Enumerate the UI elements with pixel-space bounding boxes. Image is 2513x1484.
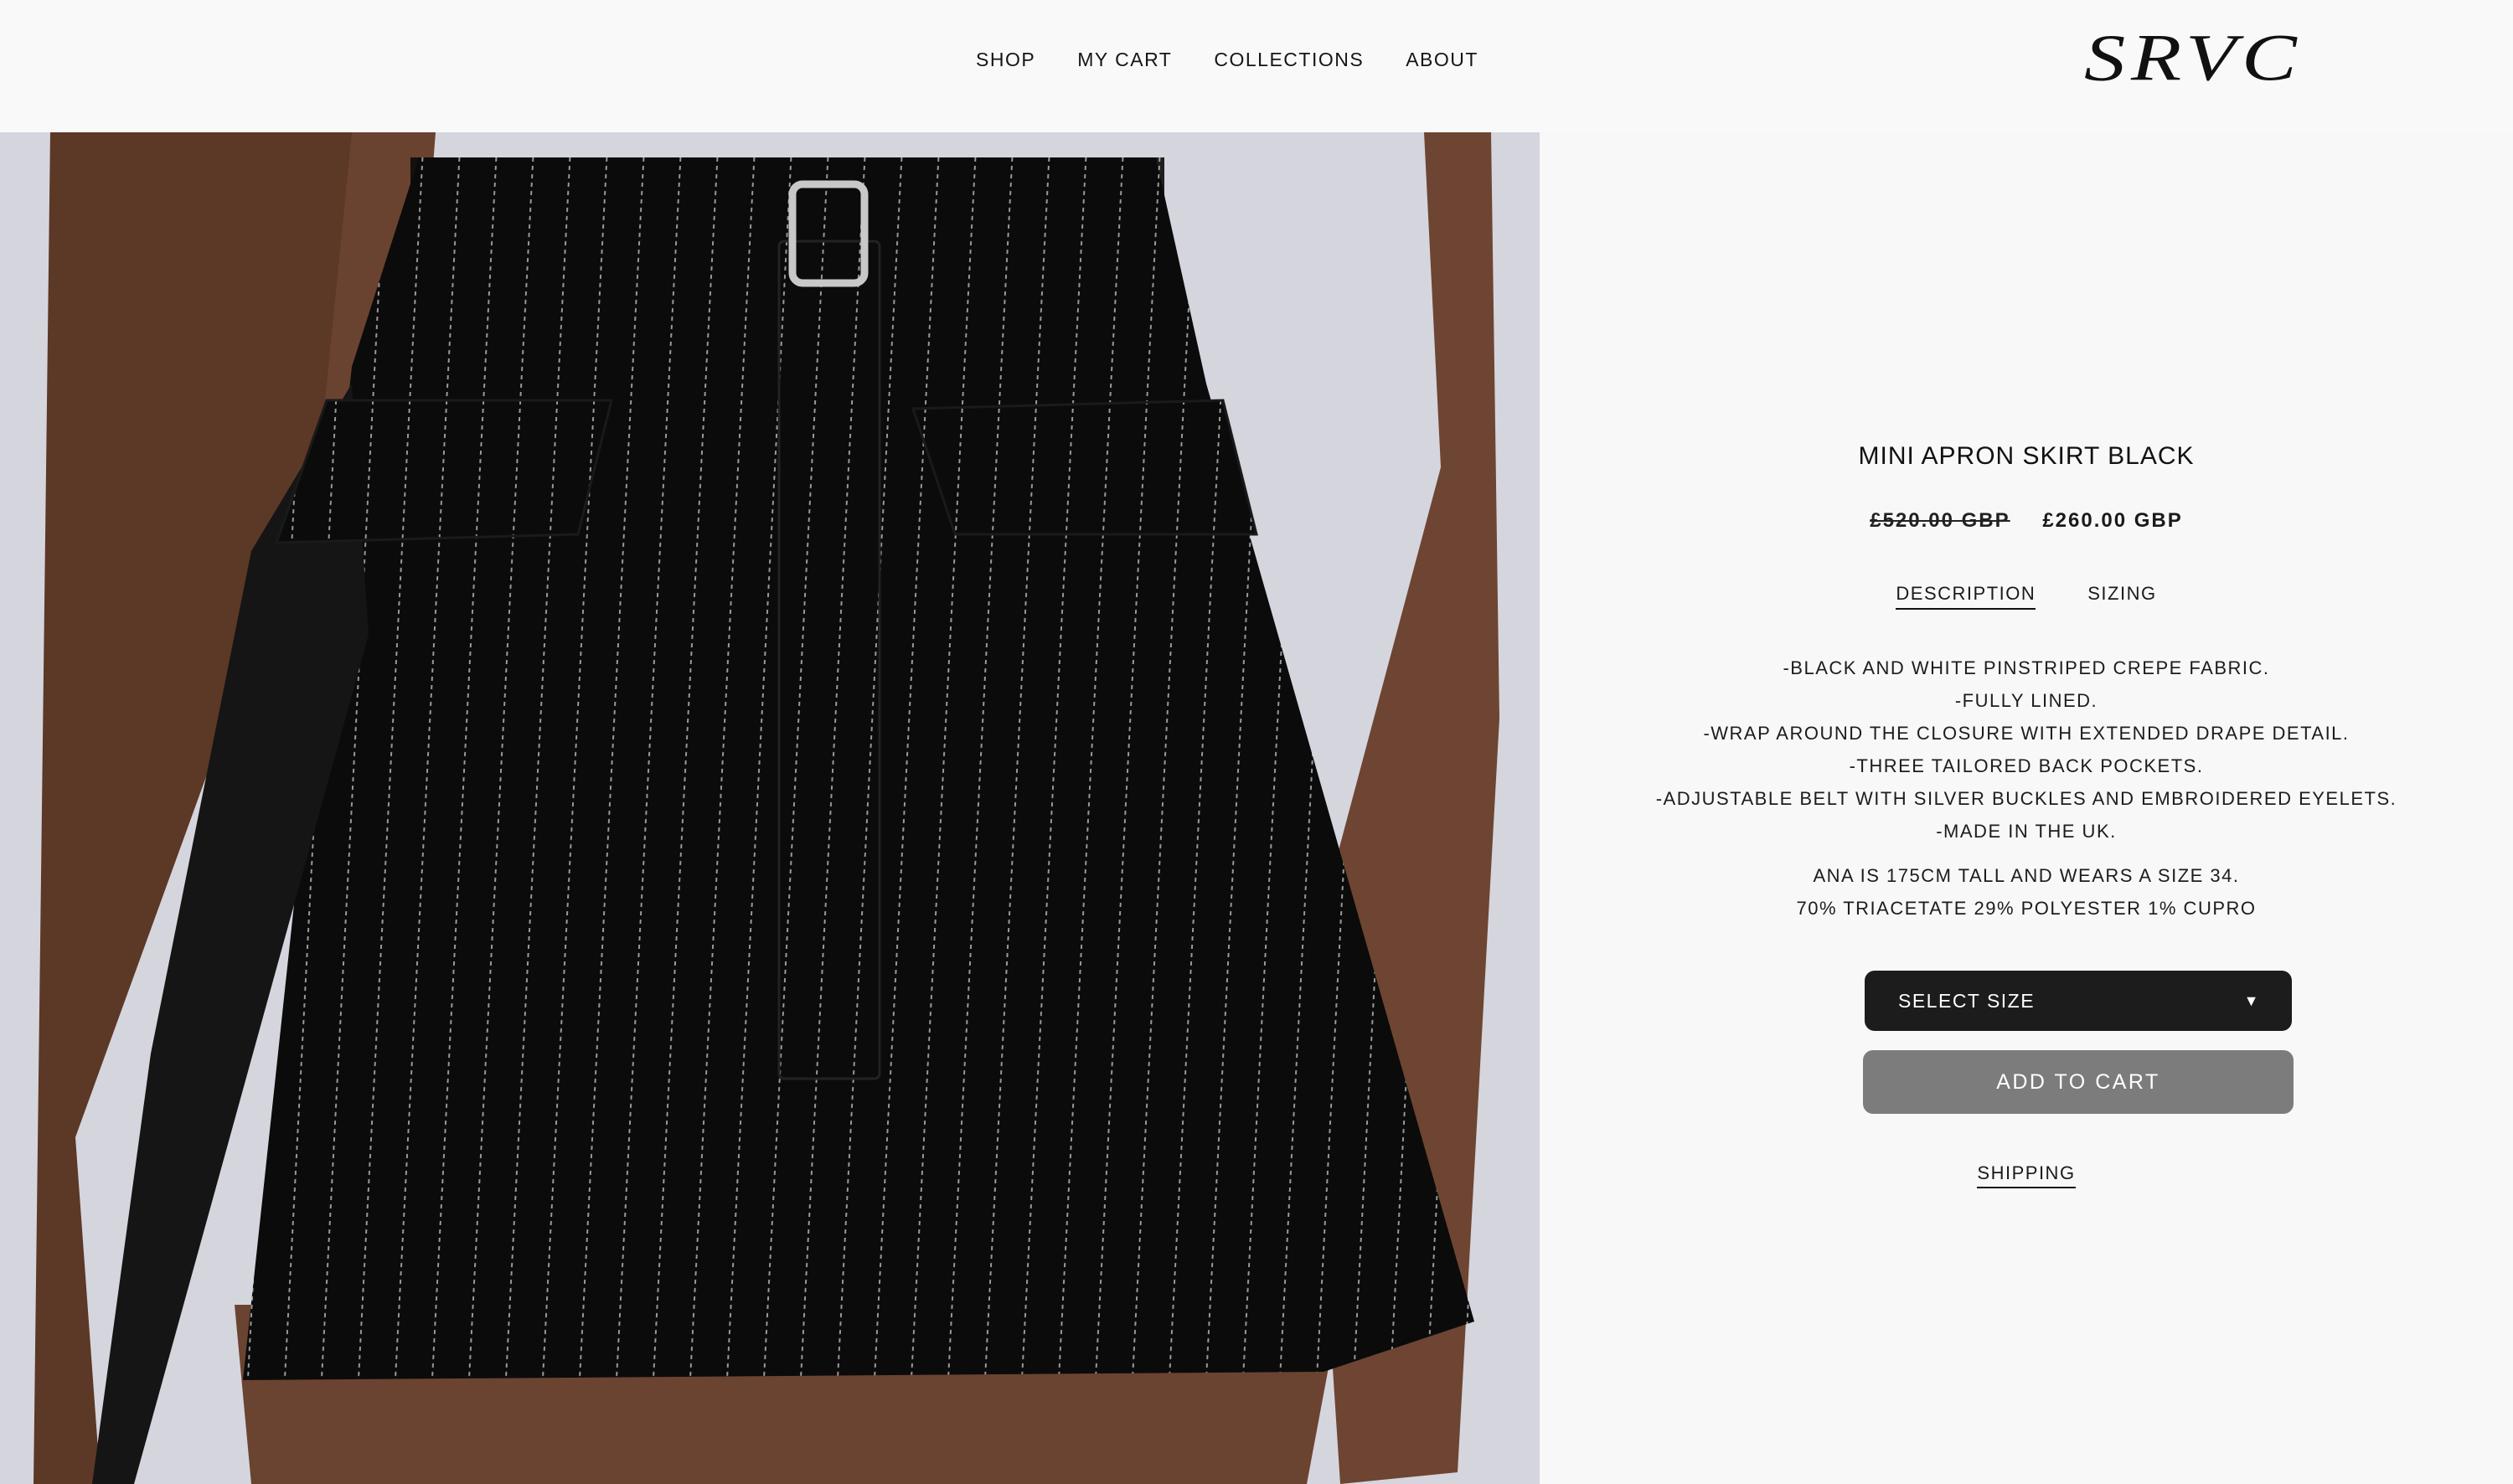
- model-info: ANA IS 175CM TALL AND WEARS A SIZE 34.: [1813, 865, 2240, 886]
- tab-sizing[interactable]: SIZING: [2087, 583, 2156, 610]
- shipping-link-row: SHIPPING: [1540, 1162, 2513, 1188]
- composition: 70% TRIACETATE 29% POLYESTER 1% CUPRO: [1796, 898, 2257, 919]
- main-nav: SHOP MY CART COLLECTIONS ABOUT: [976, 49, 1478, 71]
- add-to-cart-button[interactable]: ADD TO CART: [1863, 1050, 2294, 1114]
- product-details-panel: MINI APRON SKIRT BLACK £520.00 GBP £260.…: [1540, 132, 2513, 1484]
- srvc-logo[interactable]: SRVC: [2084, 30, 2436, 97]
- description-line: -FULLY LINED.: [1954, 690, 2098, 711]
- shipping-link[interactable]: SHIPPING: [1977, 1162, 2076, 1188]
- sale-price: £260.00 GBP: [2042, 509, 2183, 532]
- product-meta: ANA IS 175CM TALL AND WEARS A SIZE 34. 7…: [1540, 859, 2513, 925]
- nav-shop[interactable]: SHOP: [976, 49, 1035, 71]
- price-row: £520.00 GBP £260.00 GBP: [1540, 509, 2513, 533]
- size-select[interactable]: SELECT SIZE ▼: [1865, 971, 2292, 1031]
- product-tabs: DESCRIPTION SIZING: [1540, 583, 2513, 610]
- product-image: [0, 132, 1540, 1484]
- description-line: -ADJUSTABLE BELT WITH SILVER BUCKLES AND…: [1655, 788, 2397, 809]
- nav-collections[interactable]: COLLECTIONS: [1214, 49, 1364, 71]
- nav-my-cart[interactable]: MY CART: [1077, 49, 1172, 71]
- site-header: SHOP MY CART COLLECTIONS ABOUT SRVC: [0, 0, 2513, 132]
- chevron-down-icon: ▼: [2243, 992, 2260, 1009]
- original-price: £520.00 GBP: [1870, 509, 2010, 532]
- product-title: MINI APRON SKIRT BLACK: [1858, 442, 2195, 470]
- description-line: -WRAP AROUND THE CLOSURE WITH EXTENDED D…: [1703, 723, 2350, 744]
- tab-description[interactable]: DESCRIPTION: [1896, 583, 2036, 610]
- size-select-label: SELECT SIZE: [1898, 989, 2036, 1012]
- description-line: -MADE IN THE UK.: [1936, 821, 2117, 842]
- svg-text:SRVC: SRVC: [2084, 30, 2302, 95]
- skirt-photo-illustration: [0, 132, 1540, 1484]
- description-line: -BLACK AND WHITE PINSTRIPED CREPE FABRIC…: [1783, 657, 2270, 678]
- description-line: -THREE TAILORED BACK POCKETS.: [1849, 755, 2204, 776]
- nav-about[interactable]: ABOUT: [1406, 49, 1478, 71]
- product-description: -BLACK AND WHITE PINSTRIPED CREPE FABRIC…: [1540, 652, 2513, 848]
